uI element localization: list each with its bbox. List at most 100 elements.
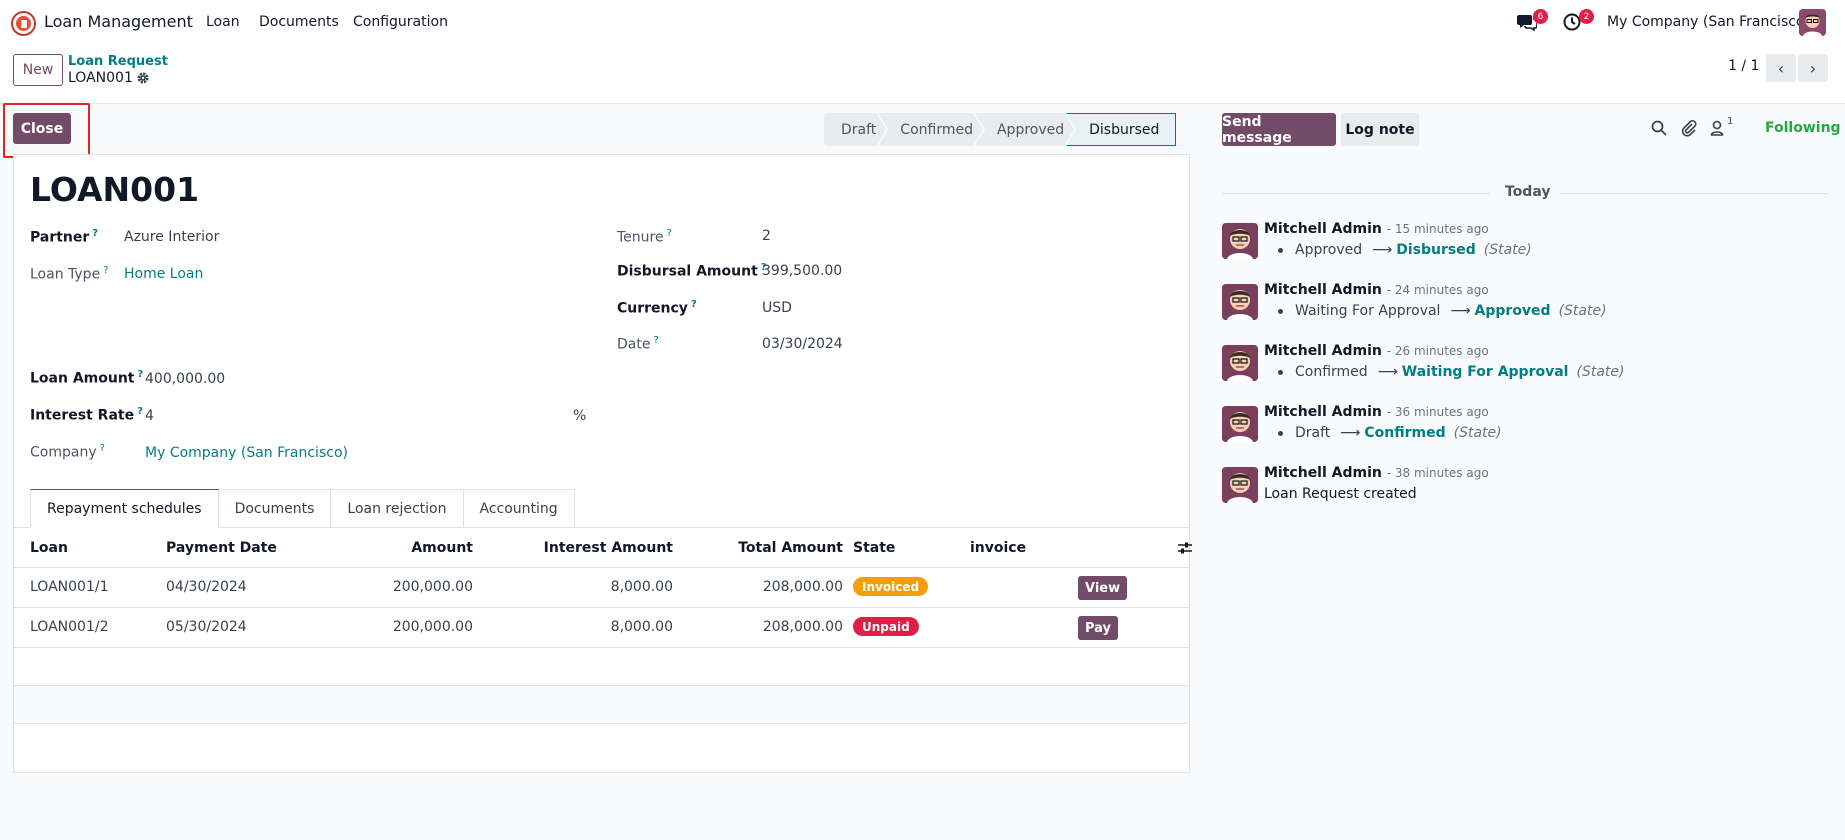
tenure-field[interactable]: 2 <box>762 228 771 244</box>
stage-draft[interactable]: Draft <box>824 113 886 146</box>
company-switcher[interactable]: My Company (San Francisco) <box>1607 14 1810 30</box>
app-name[interactable]: Loan Management <box>44 12 193 31</box>
message-body: Approved ⟶ Disbursed (State) <box>1278 242 1532 258</box>
menu-loan[interactable]: Loan <box>206 14 240 30</box>
message-time: - 15 minutes ago <box>1386 222 1489 236</box>
message-author[interactable]: Mitchell Admin - 24 minutes ago <box>1264 282 1489 298</box>
currency-field[interactable]: USD <box>762 300 792 316</box>
stage-disbursed[interactable]: Disbursed <box>1066 113 1177 146</box>
column-payment-date[interactable]: Payment Date <box>166 540 277 556</box>
help-icon[interactable]: ? <box>137 406 143 417</box>
view-button[interactable]: View <box>1078 576 1128 600</box>
message-body: Waiting For Approval ⟶ Approved (State) <box>1278 303 1607 319</box>
breadcrumb-loan-request[interactable]: Loan Request <box>68 54 168 69</box>
breadcrumb-current-record: LOAN001 <box>68 70 133 86</box>
help-icon[interactable]: ? <box>103 265 108 276</box>
row-loan: LOAN001/2 <box>30 619 109 635</box>
arrow-right-icon: ⟶ <box>1450 303 1471 319</box>
messages-badge: 6 <box>1533 9 1548 24</box>
new-button[interactable]: New <box>13 54 63 86</box>
loan-amount-label: Loan Amount? <box>30 369 144 387</box>
pay-button[interactable]: Pay <box>1078 616 1119 640</box>
message-time: - 36 minutes ago <box>1386 405 1489 419</box>
disbursal-amount-label: Disbursal Amount? <box>617 262 767 280</box>
user-avatar[interactable] <box>1799 9 1826 36</box>
menu-configuration[interactable]: Configuration <box>353 14 448 30</box>
chevron-right-icon: › <box>1809 58 1817 78</box>
help-icon[interactable]: ? <box>691 299 697 310</box>
row-payment-date: 04/30/2024 <box>166 579 247 595</box>
loan-type-field[interactable]: Home Loan <box>124 266 203 282</box>
column-loan[interactable]: Loan <box>30 540 68 556</box>
message-author[interactable]: Mitchell Admin - 38 minutes ago <box>1264 465 1489 481</box>
avatar[interactable] <box>1222 284 1258 320</box>
gear-icon[interactable] <box>136 71 150 85</box>
help-icon[interactable]: ? <box>653 335 658 346</box>
column-interest-amount[interactable]: Interest Amount <box>494 540 673 556</box>
stage-approved[interactable]: Approved <box>975 113 1074 146</box>
followers-icon[interactable]: 1 <box>1710 116 1738 137</box>
help-icon[interactable]: ? <box>138 369 144 380</box>
pager-previous-button[interactable]: ‹ <box>1766 54 1796 82</box>
menu-documents[interactable]: Documents <box>259 14 339 30</box>
table-row[interactable]: LOAN001/2 05/30/2024 200,000.00 8,000.00… <box>14 608 1189 648</box>
arrow-right-icon: ⟶ <box>1340 425 1361 441</box>
interest-rate-field[interactable]: 4 <box>145 408 154 424</box>
tab-accounting[interactable]: Accounting <box>463 489 575 528</box>
message-author[interactable]: Mitchell Admin - 36 minutes ago <box>1264 404 1489 420</box>
currency-label: Currency? <box>617 299 697 317</box>
arrow-right-icon: ⟶ <box>1377 364 1398 380</box>
paperclip-icon[interactable] <box>1680 119 1698 137</box>
message-author[interactable]: Mitchell Admin - 26 minutes ago <box>1264 343 1489 359</box>
message-author[interactable]: Mitchell Admin - 15 minutes ago <box>1264 221 1489 237</box>
row-total-amount: 208,000.00 <box>762 619 843 635</box>
log-note-button[interactable]: Log note <box>1341 113 1419 146</box>
avatar[interactable] <box>1222 467 1258 503</box>
date-label: Date? <box>617 335 659 353</box>
activities-icon[interactable]: 2 <box>1563 9 1594 33</box>
column-amount[interactable]: Amount <box>314 540 473 556</box>
stage-confirmed[interactable]: Confirmed <box>878 113 983 146</box>
help-icon[interactable]: ? <box>92 228 98 239</box>
loan-type-label: Loan Type? <box>30 265 109 283</box>
avatar[interactable] <box>1222 345 1258 381</box>
day-separator: Today <box>1505 184 1551 200</box>
company-field[interactable]: My Company (San Francisco) <box>145 445 348 461</box>
help-icon[interactable]: ? <box>667 228 672 239</box>
row-interest-amount: 8,000.00 <box>610 619 673 635</box>
column-state[interactable]: State <box>853 540 895 556</box>
optional-columns-icon[interactable] <box>1177 540 1193 556</box>
send-message-button[interactable]: Send message <box>1222 113 1336 146</box>
status-badge: Unpaid <box>853 617 919 636</box>
help-icon[interactable]: ? <box>100 443 105 454</box>
notebook-tabs: Repayment schedules Documents Loan rejec… <box>30 489 575 528</box>
disbursal-amount-field[interactable]: 399,500.00 <box>762 263 842 279</box>
divider <box>1560 193 1828 194</box>
pager-next-button[interactable]: › <box>1798 54 1828 82</box>
status-bar: Draft Confirmed Approved Disbursed <box>824 113 1177 146</box>
search-icon[interactable] <box>1650 119 1668 137</box>
tab-documents[interactable]: Documents <box>218 489 332 528</box>
app-logo-icon[interactable] <box>11 11 36 36</box>
divider <box>1222 193 1490 194</box>
control-panel: New Loan Request LOAN001 1 / 1 ‹ › <box>0 46 1845 104</box>
interest-rate-unit: % <box>573 408 587 424</box>
top-navbar: Loan Management Loan Documents Configura… <box>0 0 1845 46</box>
row-interest-amount: 8,000.00 <box>610 579 673 595</box>
column-total-amount[interactable]: Total Amount <box>694 540 843 556</box>
messages-icon[interactable]: 6 <box>1517 9 1548 33</box>
message-body: Loan Request created <box>1264 486 1417 502</box>
tab-loan-rejection[interactable]: Loan rejection <box>331 489 464 528</box>
record-title: LOAN001 <box>30 170 200 209</box>
table-row[interactable]: LOAN001/1 04/30/2024 200,000.00 8,000.00… <box>14 568 1189 608</box>
date-field[interactable]: 03/30/2024 <box>762 336 843 352</box>
tab-repayment-schedules[interactable]: Repayment schedules <box>30 489 219 528</box>
avatar[interactable] <box>1222 223 1258 259</box>
tenure-label: Tenure? <box>617 228 672 246</box>
loan-amount-field[interactable]: 400,000.00 <box>145 371 225 387</box>
avatar[interactable] <box>1222 406 1258 442</box>
pager-value[interactable]: 1 / 1 <box>1728 58 1759 74</box>
column-invoice[interactable]: invoice <box>970 540 1026 556</box>
following-button[interactable]: Following <box>1765 120 1841 136</box>
partner-field[interactable]: Azure Interior <box>124 229 219 245</box>
